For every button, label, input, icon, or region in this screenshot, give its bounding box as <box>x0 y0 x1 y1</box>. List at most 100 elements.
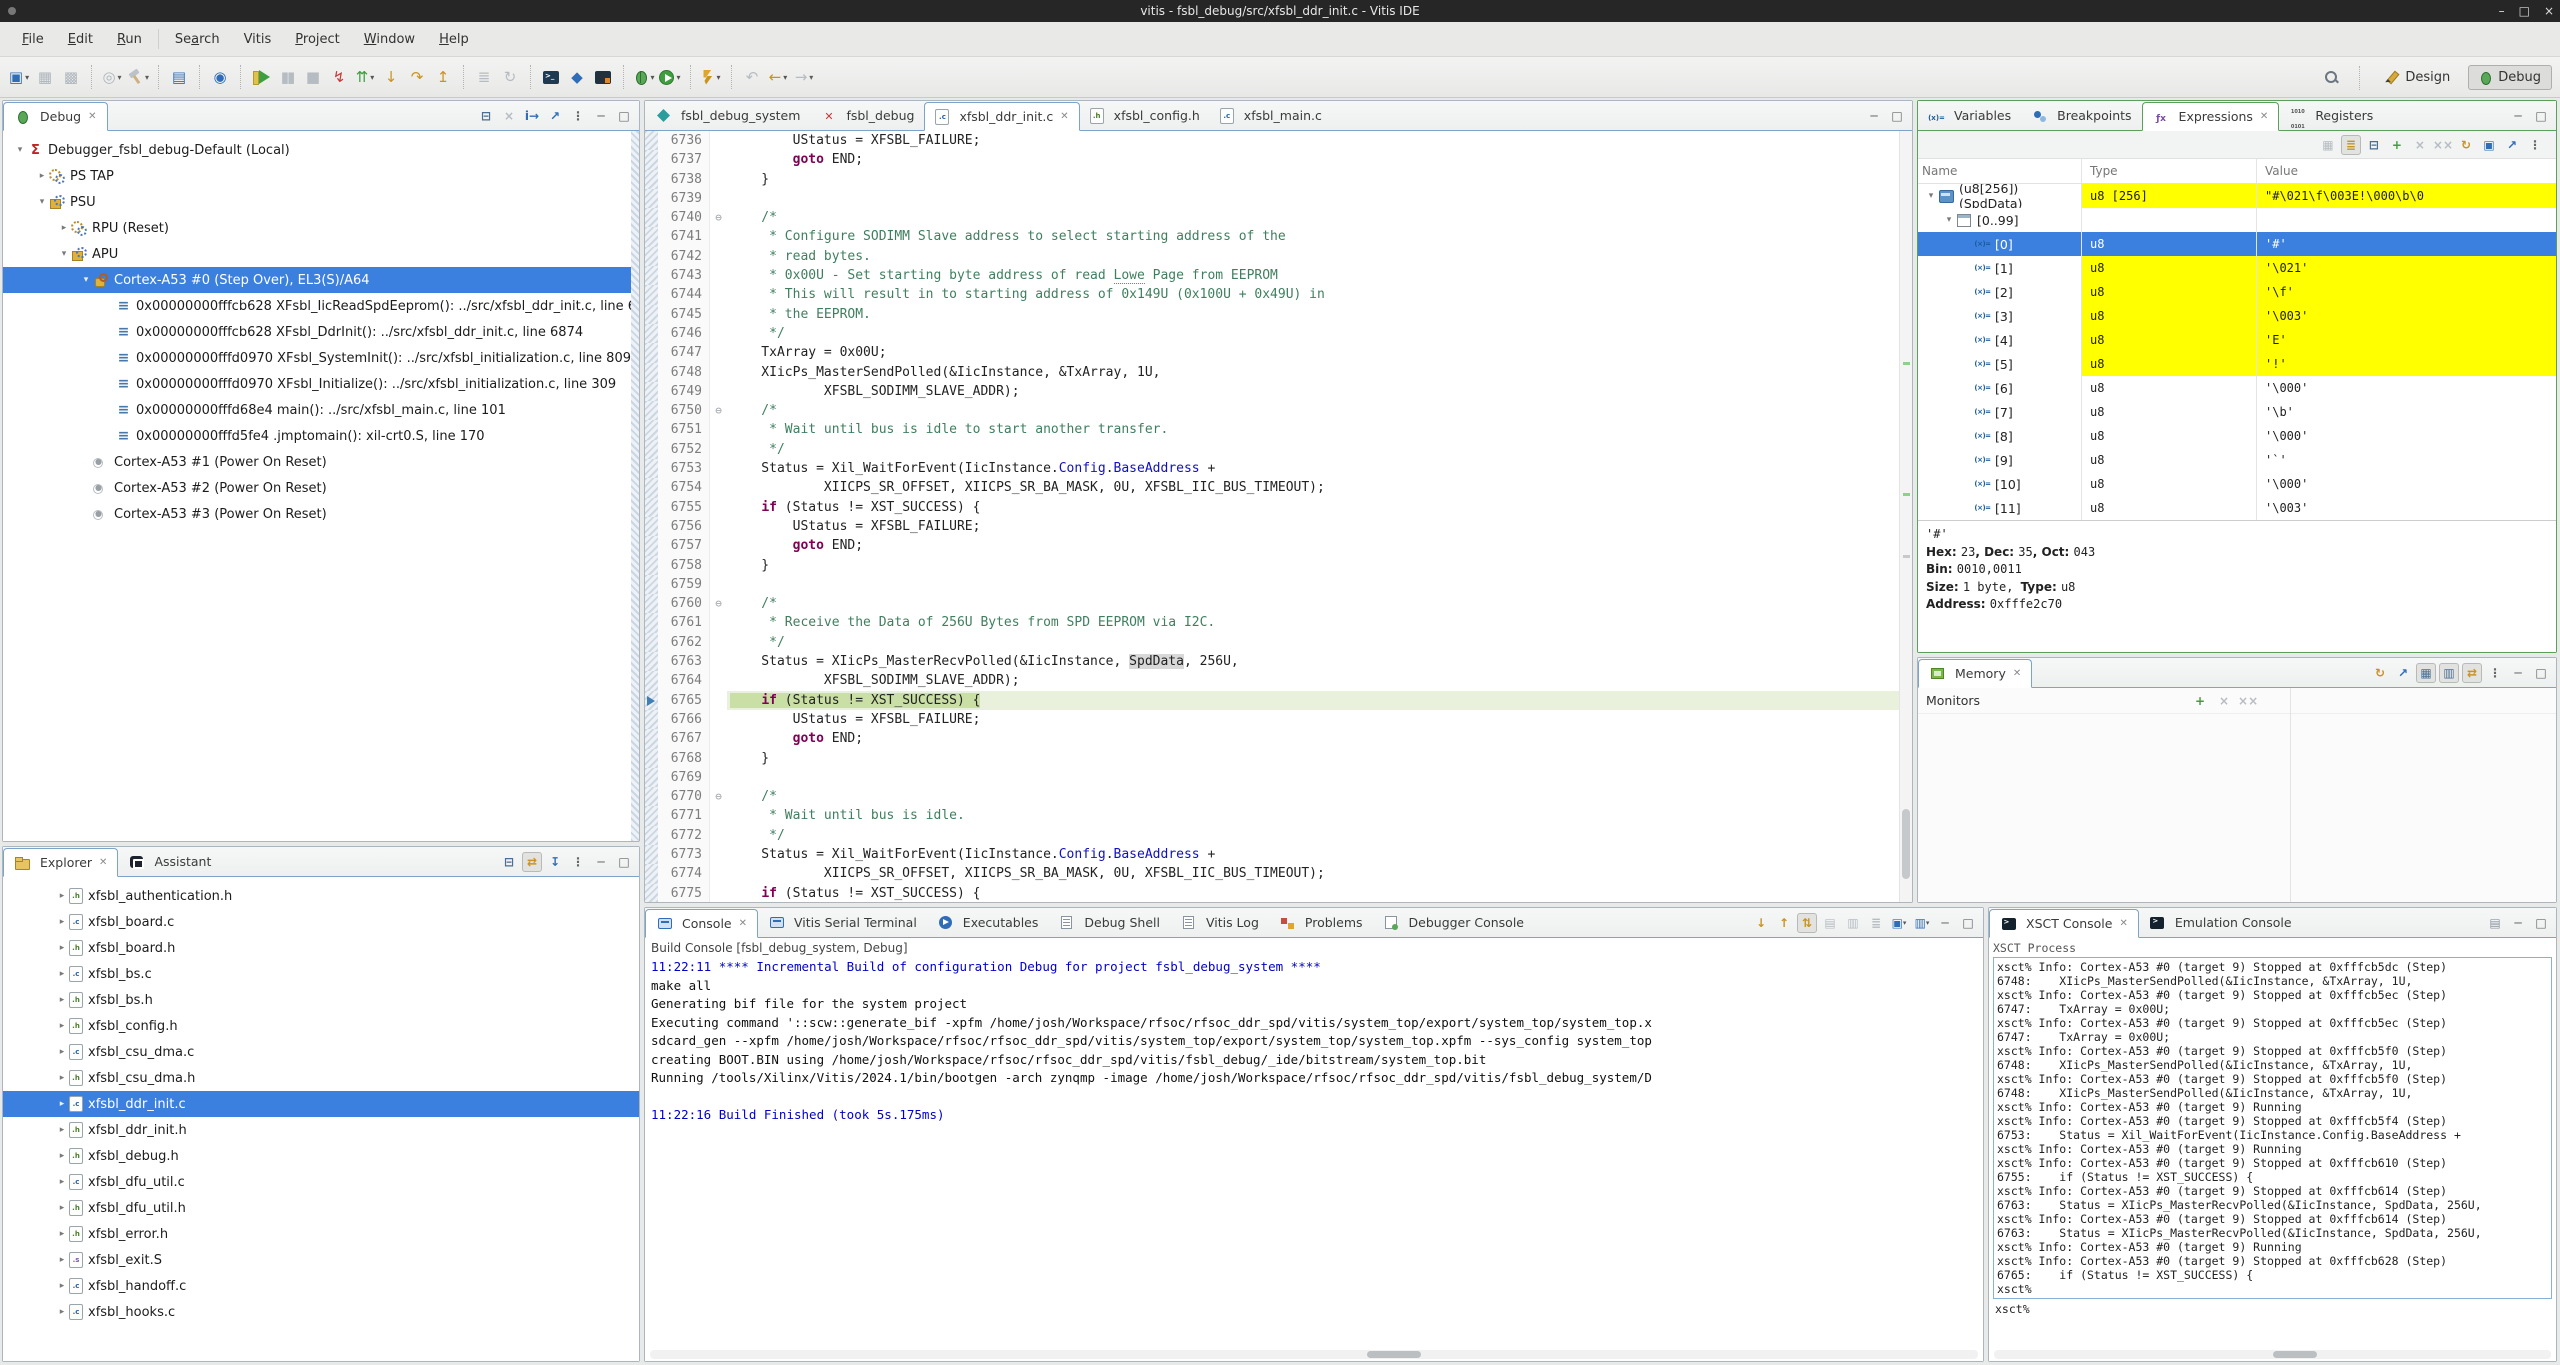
debug-tree-item-0x00000000fffd5fe4-jmptomain-xil-crt[interactable]: 0x00000000fffd5fe4 .jmptomain(): xil-crt… <box>3 423 639 449</box>
memory-minimize-icon[interactable]: ─ <box>2508 663 2528 683</box>
explorer-item-xfsbl-dfu-util-c[interactable]: ▸ .c xfsbl_dfu_util.c <box>3 1169 639 1195</box>
annotation-gutter[interactable] <box>645 806 658 826</box>
window-close-icon[interactable]: × <box>2544 4 2554 18</box>
memory-view-menu-icon[interactable]: ⋮ <box>2485 663 2505 683</box>
editor-line-6766[interactable]: 6766 UStatus = XFSBL_FAILURE; <box>645 709 1912 730</box>
expander-icon[interactable]: ▸ <box>55 995 69 1005</box>
line-number[interactable]: 6769 <box>658 767 710 788</box>
save-icon[interactable]: ▦ <box>33 64 57 90</box>
line-number[interactable]: 6739 <box>658 188 710 209</box>
debug-tree-item-ps-tap[interactable]: ▸ PS TAP <box>3 163 639 189</box>
window-minimize-icon[interactable]: – <box>2499 4 2505 18</box>
memory-maximize-icon[interactable]: □ <box>2531 663 2551 683</box>
annotation-gutter[interactable] <box>645 343 658 363</box>
line-number[interactable]: 6763 <box>658 652 710 672</box>
debug-tree-item-0x00000000fffcb628-xfsbl-ddrinit-s[interactable]: 0x00000000fffcb628 XFsbl_DdrInit(): ../s… <box>3 319 639 345</box>
annotation-gutter[interactable] <box>645 652 658 672</box>
code-text[interactable]: goto END; <box>727 729 1912 748</box>
code-text[interactable] <box>727 575 1912 594</box>
editor-line-6738[interactable]: 6738 } <box>645 169 1912 189</box>
explorer-item-xfsbl-handoff-c[interactable]: ▸ .c xfsbl_handoff.c <box>3 1273 639 1299</box>
line-number[interactable]: 6772 <box>658 825 710 845</box>
expression-row-0[interactable]: [0] u8'#' <box>1918 232 2556 256</box>
code-text[interactable]: } <box>727 749 1912 768</box>
explorer-item-xfsbl-ddr-init-h[interactable]: ▸ .h xfsbl_ddr_init.h <box>3 1117 639 1143</box>
fold-collapse-icon[interactable]: ⊖ <box>710 594 727 614</box>
line-number[interactable]: 6775 <box>658 883 710 902</box>
annotation-gutter[interactable] <box>645 150 658 170</box>
debug-tree-item-0x00000000fffd0970-xfsbl-initialize[interactable]: 0x00000000fffd0970 XFsbl_Initialize(): .… <box>3 371 639 397</box>
line-number[interactable]: 6765 <box>658 690 710 710</box>
editor-tab-fsbl-debug[interactable]: fsbl_debug <box>810 101 924 130</box>
fold-collapse-icon[interactable]: ⊖ <box>710 208 727 228</box>
open-console-icon[interactable]: ▤ <box>167 64 191 90</box>
explorer-item-xfsbl-csu-dma-c[interactable]: ▸ .c xfsbl_csu_dma.c <box>3 1039 639 1065</box>
monitors-remove-icon[interactable]: × <box>2214 691 2234 711</box>
menu-vitis[interactable]: Vitis <box>232 28 284 51</box>
explorer-item-xfsbl-board-c[interactable]: ▸ .c xfsbl_board.c <box>3 909 639 935</box>
expander-icon[interactable]: ▸ <box>55 1177 69 1187</box>
annotation-gutter[interactable] <box>645 709 658 730</box>
expression-row-1[interactable]: [1] u8'\021' <box>1918 256 2556 280</box>
editor-line-6768[interactable]: 6768 } <box>645 748 1912 768</box>
step-over-icon[interactable]: ↷ <box>405 64 429 90</box>
editor-line-6741[interactable]: 6741 * Configure SODIMM Slave address to… <box>645 227 1912 247</box>
debug-tree-item-0x00000000fffd68e4-main-src-xfsbl[interactable]: 0x00000000fffd68e4 main(): ../src/xfsbl_… <box>3 397 639 423</box>
line-number[interactable]: 6737 <box>658 150 710 170</box>
expression-row-9[interactable]: [9] u8'`' <box>1918 448 2556 472</box>
code-text[interactable]: XIICPS_SR_OFFSET, XIICPS_SR_BA_MASK, 0U,… <box>727 864 1912 883</box>
expander-icon[interactable]: ▾ <box>79 275 93 285</box>
debug-tree-item-rpu-reset[interactable]: ▸ RPU (Reset) <box>3 215 639 241</box>
expander-icon[interactable]: ▸ <box>55 1203 69 1213</box>
code-text[interactable]: if (Status != XST_SUCCESS) { <box>727 690 1912 710</box>
menu-project[interactable]: Project <box>283 28 352 51</box>
code-text[interactable]: TxArray = 0x00U; <box>727 343 1912 362</box>
expressions-remove-all-icon[interactable]: ×× <box>2433 135 2453 155</box>
annotation-gutter[interactable] <box>645 131 658 151</box>
build-project-icon[interactable]: ◎ ▾ <box>100 64 124 90</box>
line-number[interactable]: 6749 <box>658 381 710 402</box>
expressions-layout-icon[interactable]: ▦ <box>2318 135 2338 155</box>
annotation-gutter[interactable] <box>645 632 658 653</box>
line-number[interactable]: 6773 <box>658 844 710 865</box>
console-pin-scroll-icon[interactable]: ⇅ <box>1797 912 1817 933</box>
explorer-link-editor-icon[interactable]: ⇄ <box>522 851 542 872</box>
editor-line-6754[interactable]: 6754 XIICPS_SR_OFFSET, XIICPS_SR_BA_MASK… <box>645 478 1912 498</box>
editor-line-6752[interactable]: 6752 */ <box>645 439 1912 460</box>
annotation-gutter[interactable] <box>645 459 658 479</box>
line-number[interactable]: 6752 <box>658 439 710 460</box>
editor-line-6758[interactable]: 6758 } <box>645 555 1912 575</box>
memory-split-v-icon[interactable]: ▥ <box>2439 662 2459 683</box>
code-text[interactable]: /* <box>727 401 1912 420</box>
expressions-maximize-icon[interactable]: □ <box>2531 106 2551 126</box>
line-number[interactable]: 6758 <box>658 555 710 575</box>
editor-line-6757[interactable]: 6757 goto END; <box>645 536 1912 556</box>
line-number[interactable]: 6747 <box>658 343 710 363</box>
code-text[interactable]: * the EEPROM. <box>727 305 1912 324</box>
editor-line-6761[interactable]: 6761 * Receive the Data of 256U Bytes fr… <box>645 613 1912 633</box>
expander-icon[interactable]: ▾ <box>1924 191 1938 201</box>
code-text[interactable]: * Wait until bus is idle. <box>727 806 1912 825</box>
console-scroll-up-icon[interactable]: ↑ <box>1774 913 1794 933</box>
expander-icon[interactable]: ▸ <box>55 1125 69 1135</box>
explorer-item-xfsbl-authentication-h[interactable]: ▸ .h xfsbl_authentication.h <box>3 883 639 909</box>
editor-line-6770[interactable]: 6770 ⊖ /* <box>645 787 1912 807</box>
explorer-item-xfsbl-hooks-c[interactable]: ▸ .c xfsbl_hooks.c <box>3 1299 639 1325</box>
annotation-gutter[interactable] <box>645 323 658 344</box>
xsct-hscroll-thumb[interactable] <box>2272 1351 2317 1358</box>
annotation-gutter[interactable] <box>645 516 658 537</box>
expression-row-0-99[interactable]: ▾ [0..99] <box>1918 208 2556 232</box>
code-text[interactable]: Status = Xil_WaitForEvent(IicInstance.Co… <box>727 459 1912 478</box>
editor-line-6748[interactable]: 6748 XIicPs_MasterSendPolled(&IicInstanc… <box>645 362 1912 382</box>
editor-line-6753[interactable]: 6753 Status = Xil_WaitForEvent(IicInstan… <box>645 459 1912 479</box>
editor-line-6743[interactable]: 6743 * 0x00U - Set starting byte address… <box>645 266 1912 286</box>
expressions-new-view-icon[interactable]: ▣ <box>2479 135 2499 155</box>
editor-line-6745[interactable]: 6745 * the EEPROM. <box>645 304 1912 324</box>
annotation-gutter[interactable] <box>645 729 658 749</box>
step-into-icon[interactable]: ↓ <box>379 64 403 90</box>
expression-row-5[interactable]: [5] u8'!' <box>1918 352 2556 376</box>
build-all-icon[interactable]: ▾ <box>126 64 150 90</box>
explorer-item-xfsbl-debug-h[interactable]: ▸ .h xfsbl_debug.h <box>3 1143 639 1169</box>
editor-line-6769[interactable]: 6769 <box>645 767 1912 788</box>
line-number[interactable]: 6757 <box>658 536 710 556</box>
